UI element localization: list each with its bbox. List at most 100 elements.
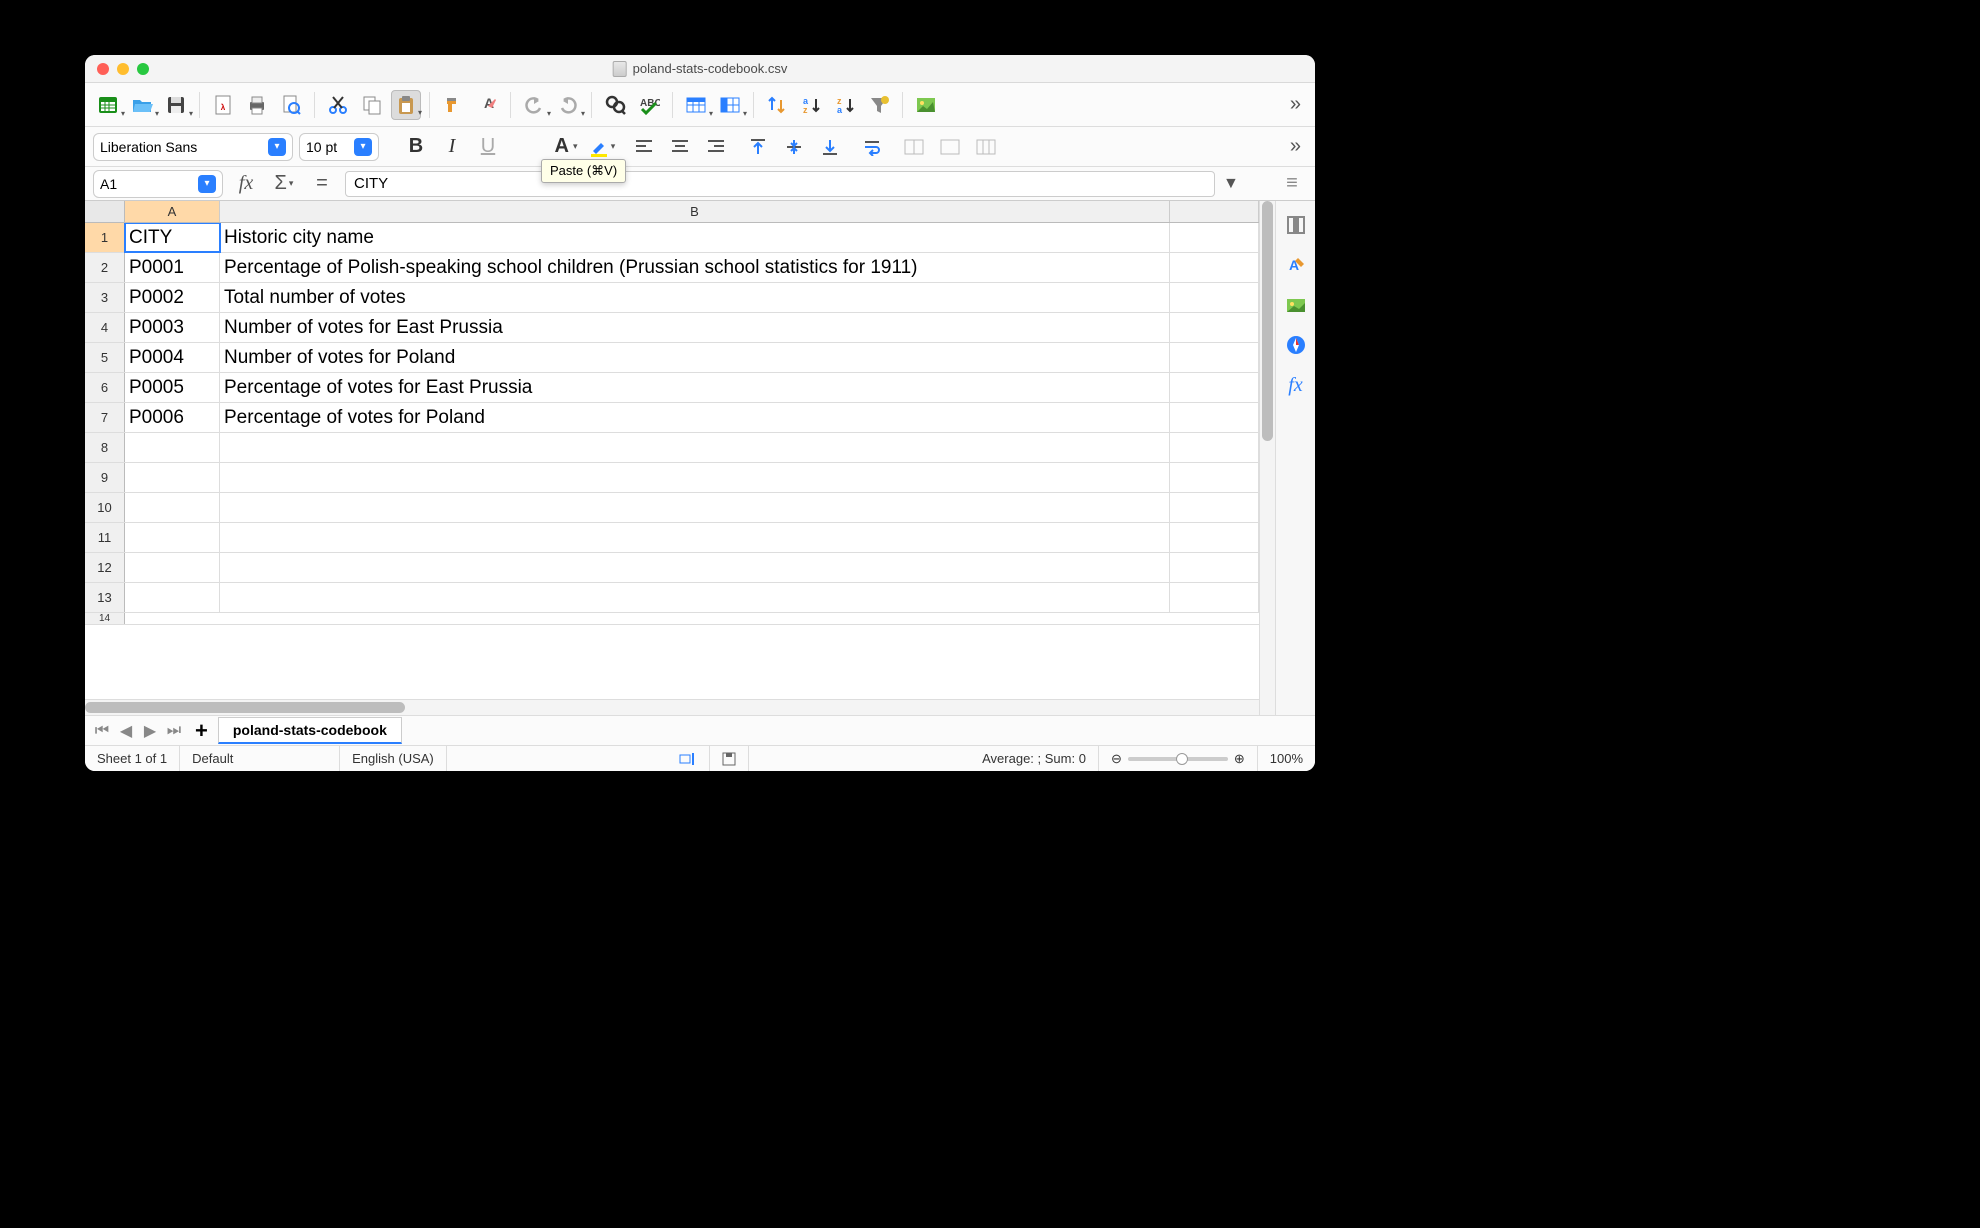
- format-overflow-button[interactable]: »: [1284, 135, 1307, 158]
- wrap-text-button[interactable]: [857, 132, 887, 162]
- merge-center-button[interactable]: [935, 132, 965, 162]
- align-bottom-button[interactable]: [815, 132, 845, 162]
- font-size-combo[interactable]: 10 pt▾: [299, 133, 379, 161]
- functions-panel-button[interactable]: fx: [1282, 371, 1310, 399]
- open-button[interactable]: ▾: [127, 90, 157, 120]
- sheet-tab[interactable]: poland-stats-codebook: [218, 717, 402, 744]
- highlight-color-button[interactable]: ▾: [587, 132, 617, 162]
- bold-button[interactable]: B: [401, 132, 431, 162]
- cell[interactable]: [125, 433, 220, 462]
- tab-first-button[interactable]: ⏮: [91, 720, 113, 742]
- row-header[interactable]: 4: [85, 313, 125, 342]
- cell[interactable]: Percentage of votes for East Prussia: [220, 373, 1170, 402]
- cell[interactable]: [1170, 373, 1259, 402]
- spreadsheet-grid[interactable]: A B 1CITYHistoric city name2P0001Percent…: [85, 201, 1259, 715]
- cell[interactable]: CITY: [125, 223, 220, 252]
- row-header[interactable]: 8: [85, 433, 125, 462]
- row-header[interactable]: 13: [85, 583, 125, 612]
- status-save-icon[interactable]: [710, 746, 749, 771]
- cell[interactable]: P0005: [125, 373, 220, 402]
- cell[interactable]: [125, 523, 220, 552]
- tab-next-button[interactable]: ▶: [139, 720, 161, 742]
- cell[interactable]: [1170, 583, 1259, 612]
- align-middle-button[interactable]: [779, 132, 809, 162]
- vertical-scrollbar[interactable]: [1259, 201, 1275, 715]
- cell[interactable]: P0002: [125, 283, 220, 312]
- cell[interactable]: [1170, 283, 1259, 312]
- column-header-b[interactable]: B: [220, 201, 1170, 222]
- unmerge-button[interactable]: [971, 132, 1001, 162]
- find-button[interactable]: [600, 90, 630, 120]
- save-button[interactable]: ▾: [161, 90, 191, 120]
- spellcheck-button[interactable]: ABC: [634, 90, 664, 120]
- clone-formatting-button[interactable]: [438, 90, 468, 120]
- image-button[interactable]: [911, 90, 941, 120]
- cell[interactable]: [1170, 403, 1259, 432]
- align-left-button[interactable]: [629, 132, 659, 162]
- print-button[interactable]: [242, 90, 272, 120]
- status-sheet[interactable]: Sheet 1 of 1: [85, 746, 180, 771]
- cut-button[interactable]: [323, 90, 353, 120]
- zoom-out-button[interactable]: ⊖: [1111, 751, 1122, 767]
- sort-asc-button[interactable]: az: [796, 90, 826, 120]
- align-top-button[interactable]: [743, 132, 773, 162]
- strikethrough-button[interactable]: [509, 132, 539, 162]
- tab-prev-button[interactable]: ◀: [115, 720, 137, 742]
- cell[interactable]: Number of votes for Poland: [220, 343, 1170, 372]
- cell[interactable]: [1170, 313, 1259, 342]
- row-header[interactable]: 9: [85, 463, 125, 492]
- row-header[interactable]: 6: [85, 373, 125, 402]
- cell[interactable]: Total number of votes: [220, 283, 1170, 312]
- column-button[interactable]: ▾: [715, 90, 745, 120]
- cell[interactable]: [1170, 433, 1259, 462]
- clear-formatting-button[interactable]: A: [472, 90, 502, 120]
- name-box[interactable]: A1▾: [93, 170, 223, 198]
- row-button[interactable]: ▾: [681, 90, 711, 120]
- function-wizard-button[interactable]: fx: [231, 169, 261, 199]
- print-preview-button[interactable]: [276, 90, 306, 120]
- row-header[interactable]: 10: [85, 493, 125, 522]
- row-header[interactable]: 3: [85, 283, 125, 312]
- cell[interactable]: [1170, 223, 1259, 252]
- status-language[interactable]: English (USA): [340, 746, 447, 771]
- toolbar-overflow-button[interactable]: »: [1284, 93, 1307, 116]
- cell[interactable]: [220, 463, 1170, 492]
- sort-desc-button[interactable]: za: [830, 90, 860, 120]
- gallery-panel-button[interactable]: [1282, 291, 1310, 319]
- cell[interactable]: P0003: [125, 313, 220, 342]
- cell[interactable]: Percentage of Polish-speaking school chi…: [220, 253, 1170, 282]
- formula-expand-button[interactable]: ▼: [1223, 175, 1241, 193]
- row-header[interactable]: 7: [85, 403, 125, 432]
- cell[interactable]: [1170, 253, 1259, 282]
- font-color-button[interactable]: A▾: [551, 132, 581, 162]
- cell[interactable]: Number of votes for East Prussia: [220, 313, 1170, 342]
- row-header[interactable]: 11: [85, 523, 125, 552]
- underline-button[interactable]: U: [473, 132, 503, 162]
- window-close-button[interactable]: [97, 63, 109, 75]
- new-button[interactable]: ▾: [93, 90, 123, 120]
- add-sheet-button[interactable]: +: [187, 718, 216, 744]
- status-style[interactable]: Default: [180, 746, 340, 771]
- font-name-combo[interactable]: Liberation Sans▾: [93, 133, 293, 161]
- undo-button[interactable]: ▾: [519, 90, 549, 120]
- column-header-a[interactable]: A: [125, 201, 220, 222]
- zoom-value[interactable]: 100%: [1258, 746, 1315, 771]
- properties-panel-button[interactable]: [1282, 211, 1310, 239]
- row-header[interactable]: 1: [85, 223, 125, 252]
- styles-panel-button[interactable]: A: [1282, 251, 1310, 279]
- paste-button[interactable]: ▾: [391, 90, 421, 120]
- cell[interactable]: [220, 583, 1170, 612]
- cell[interactable]: Percentage of votes for Poland: [220, 403, 1170, 432]
- zoom-in-button[interactable]: ⊕: [1234, 751, 1245, 767]
- row-header[interactable]: 12: [85, 553, 125, 582]
- window-minimize-button[interactable]: [117, 63, 129, 75]
- cell[interactable]: [220, 433, 1170, 462]
- zoom-control[interactable]: ⊖ ⊕: [1099, 746, 1258, 771]
- cell[interactable]: [220, 523, 1170, 552]
- zoom-slider[interactable]: [1128, 757, 1228, 761]
- cell[interactable]: [125, 583, 220, 612]
- sum-button[interactable]: Σ▾: [269, 169, 299, 199]
- cell[interactable]: [1170, 493, 1259, 522]
- sidebar-menu-icon[interactable]: ≡: [1277, 169, 1307, 199]
- row-header[interactable]: 2: [85, 253, 125, 282]
